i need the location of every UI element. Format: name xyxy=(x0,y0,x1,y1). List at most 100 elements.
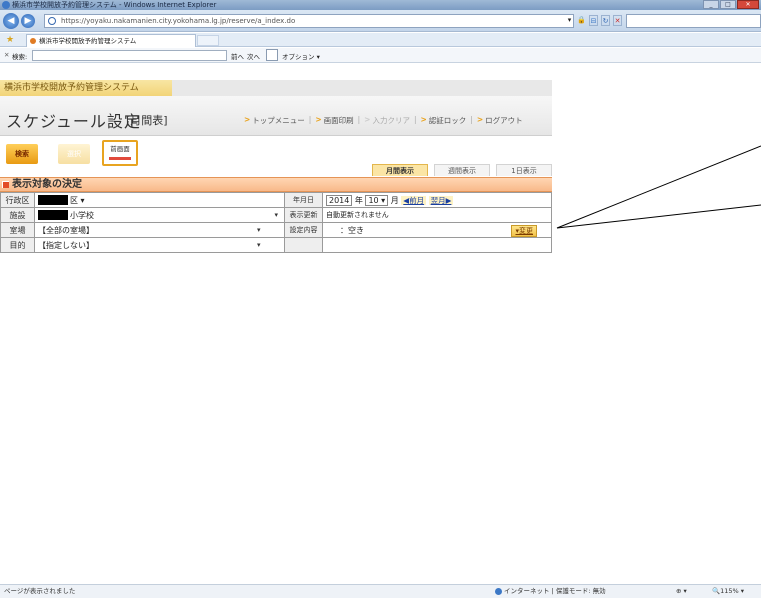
browser-search-input[interactable] xyxy=(626,14,761,28)
window-title: 横浜市学校開放予約管理システム - Windows Internet Explo… xyxy=(12,1,217,9)
nav-clear[interactable]: 入力クリア xyxy=(372,115,410,126)
compat-view-icon[interactable]: ⊟ xyxy=(589,15,598,26)
room-value: 【全部の室場】 xyxy=(38,225,94,235)
nav-lock[interactable]: 認証ロック xyxy=(429,115,467,126)
section-header: 表示対象の決定 xyxy=(0,177,552,192)
empty-label-cell xyxy=(284,237,323,253)
table-row: 施設 小学校 ▾ 表示更新 自動更新されません xyxy=(0,207,552,223)
zone-text: インターネット | 保護モード: 無効 xyxy=(504,587,606,595)
browser-tab[interactable]: 横浜市学校開放予約管理システム xyxy=(26,34,196,47)
find-label: 検索: xyxy=(12,53,28,61)
forward-arrow-icon[interactable]: ▶ xyxy=(21,14,35,28)
tab-bar: ★ 横浜市学校開放予約管理システム xyxy=(0,33,761,47)
zoom-value: 115% xyxy=(720,587,739,595)
page-title-sub: [月間表] xyxy=(126,114,168,127)
redacted-block xyxy=(38,210,68,220)
url-text: https://yoyaku.nakamanien.city.yokohama.… xyxy=(61,17,296,25)
section-icon xyxy=(2,181,9,188)
page-icon xyxy=(48,17,56,25)
header-band xyxy=(172,80,552,96)
chevron-down-icon: ▾ xyxy=(257,241,261,249)
change-button[interactable]: ▾変更 xyxy=(511,225,537,237)
ward-value: 区 ▾ xyxy=(70,195,85,205)
year-unit: 年 xyxy=(354,195,363,205)
arrow-icon: > xyxy=(476,115,484,124)
ward-select[interactable]: 区 ▾ xyxy=(34,192,285,208)
dropdown-arrow-icon[interactable]: ▾ xyxy=(565,15,574,26)
setting-label: 設定内容 xyxy=(284,222,323,238)
status-bar: ページが表示されました インターネット | 保護モード: 無効 ⊕ ▾ 🔍115… xyxy=(0,584,761,598)
find-input[interactable] xyxy=(32,50,227,61)
view-tabs: 月間表示 週間表示 1日表示 xyxy=(372,164,552,176)
ward-label: 行政区 xyxy=(0,192,35,208)
find-options-icon[interactable] xyxy=(266,49,278,61)
find-options-button[interactable]: オプション ▾ xyxy=(282,51,320,61)
facility-value: 小学校 xyxy=(70,210,94,220)
criteria-table: 行政区 区 ▾ 年月日 2014 年 10 ▾ 月 ◀前月 翌月▶ 施設 小学校… xyxy=(0,192,552,253)
find-next-button[interactable]: 次へ xyxy=(247,51,260,61)
table-row: 行政区 区 ▾ 年月日 2014 年 10 ▾ 月 ◀前月 翌月▶ xyxy=(0,192,552,208)
prev-screen-label: 前画面 xyxy=(110,145,130,153)
back-arrow-icon[interactable]: ◀ xyxy=(3,13,19,29)
stop-icon[interactable]: ✕ xyxy=(613,15,622,26)
month-select[interactable]: 10 ▾ xyxy=(365,194,389,206)
security-zone: インターネット | 保護モード: 無効 xyxy=(495,585,606,598)
select-button[interactable]: 選択 xyxy=(58,144,90,164)
tab-favicon-icon xyxy=(30,38,36,44)
room-select[interactable]: 【全部の室場】 ▾ xyxy=(34,222,285,238)
chevron-down-icon: ▾ xyxy=(257,226,261,234)
redacted-block xyxy=(38,195,68,205)
system-name: 横浜市学校開放予約管理システム xyxy=(4,83,139,93)
arrow-icon: > xyxy=(315,115,322,124)
arrow-icon: > xyxy=(420,115,427,124)
table-row: 室場 【全部の室場】 ▾ 設定内容 ：空き ▾変更 xyxy=(0,222,552,238)
find-bar: ✕ 検索: 前へ 次へ オプション ▾ xyxy=(0,48,761,63)
nav-logout[interactable]: ログアウト xyxy=(485,115,523,126)
setting-cell: ：空き ▾変更 xyxy=(322,222,552,238)
page-title: スケジュール設定 xyxy=(6,112,141,131)
refresh-value: 自動更新されません xyxy=(322,207,552,223)
top-navigation: > トップメニュー | > 画面印刷 | > 入力クリア | > 認証ロック | > ログ… xyxy=(244,115,523,126)
month-unit: 月 xyxy=(390,195,399,205)
minimize-button[interactable]: _ xyxy=(703,0,719,9)
purpose-select[interactable]: 【指定しない】 ▾ xyxy=(34,237,285,253)
tab-weekly[interactable]: 週間表示 xyxy=(434,164,490,176)
nav-print[interactable]: 画面印刷 xyxy=(324,115,354,126)
close-button[interactable]: ✕ xyxy=(737,0,759,9)
table-row: 目的 【指定しない】 ▾ xyxy=(0,237,552,253)
annotation-line-lower xyxy=(556,204,761,229)
prev-screen-button[interactable]: 前画面 xyxy=(102,140,138,166)
chevron-down-icon: ▾ xyxy=(274,211,278,219)
prev-month-link[interactable]: ◀前月 xyxy=(401,195,427,205)
tab-daily[interactable]: 1日表示 xyxy=(496,164,552,176)
tab-monthly[interactable]: 月間表示 xyxy=(372,164,428,176)
arrow-icon: > xyxy=(244,115,251,124)
favorites-star-icon[interactable]: ★ xyxy=(6,35,14,45)
purpose-value: 【指定しない】 xyxy=(38,240,94,250)
search-button[interactable]: 検索 xyxy=(6,144,38,164)
find-close-icon[interactable]: ✕ xyxy=(4,51,9,59)
nav-separator: | xyxy=(308,115,312,124)
window-controls: _ □ ✕ xyxy=(703,0,759,9)
lock-icon[interactable]: 🔒 xyxy=(577,15,586,26)
tab-title: 横浜市学校開放予約管理システム xyxy=(39,37,137,45)
next-month-link[interactable]: 翌月▶ xyxy=(428,195,454,205)
empty-cell xyxy=(322,237,552,253)
facility-select[interactable]: 小学校 ▾ xyxy=(34,207,285,223)
section-title: 表示対象の決定 xyxy=(12,179,82,190)
date-label: 年月日 xyxy=(284,192,323,208)
maximize-button[interactable]: □ xyxy=(720,0,736,9)
nav-top-menu[interactable]: トップメニュー xyxy=(252,115,305,126)
find-prev-button[interactable]: 前へ xyxy=(231,51,244,61)
date-cell: 2014 年 10 ▾ 月 ◀前月 翌月▶ xyxy=(322,192,552,208)
url-input[interactable]: https://yoyaku.nakamanien.city.yokohama.… xyxy=(44,14,574,28)
year-input[interactable]: 2014 xyxy=(326,194,353,206)
zoom-level[interactable]: 🔍115% ▾ xyxy=(712,585,744,598)
status-text: ページが表示されました xyxy=(4,587,76,595)
new-tab-button[interactable] xyxy=(197,35,219,46)
nav-separator: | xyxy=(413,115,417,124)
refresh-icon[interactable]: ↻ xyxy=(601,15,610,26)
status-icons[interactable]: ⊕ ▾ xyxy=(676,585,687,598)
window-titlebar: 横浜市学校開放予約管理システム - Windows Internet Explo… xyxy=(0,0,761,10)
nav-separator: | xyxy=(470,115,473,124)
